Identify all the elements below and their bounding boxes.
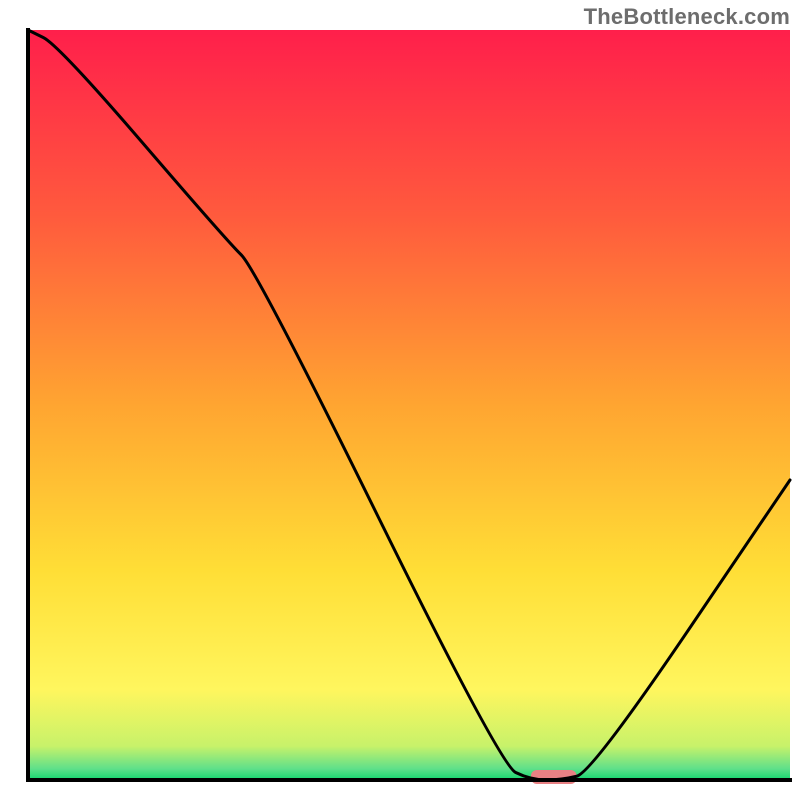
chart-container: TheBottleneck.com	[0, 0, 800, 800]
watermark-text: TheBottleneck.com	[584, 4, 790, 30]
chart-svg	[0, 0, 800, 800]
